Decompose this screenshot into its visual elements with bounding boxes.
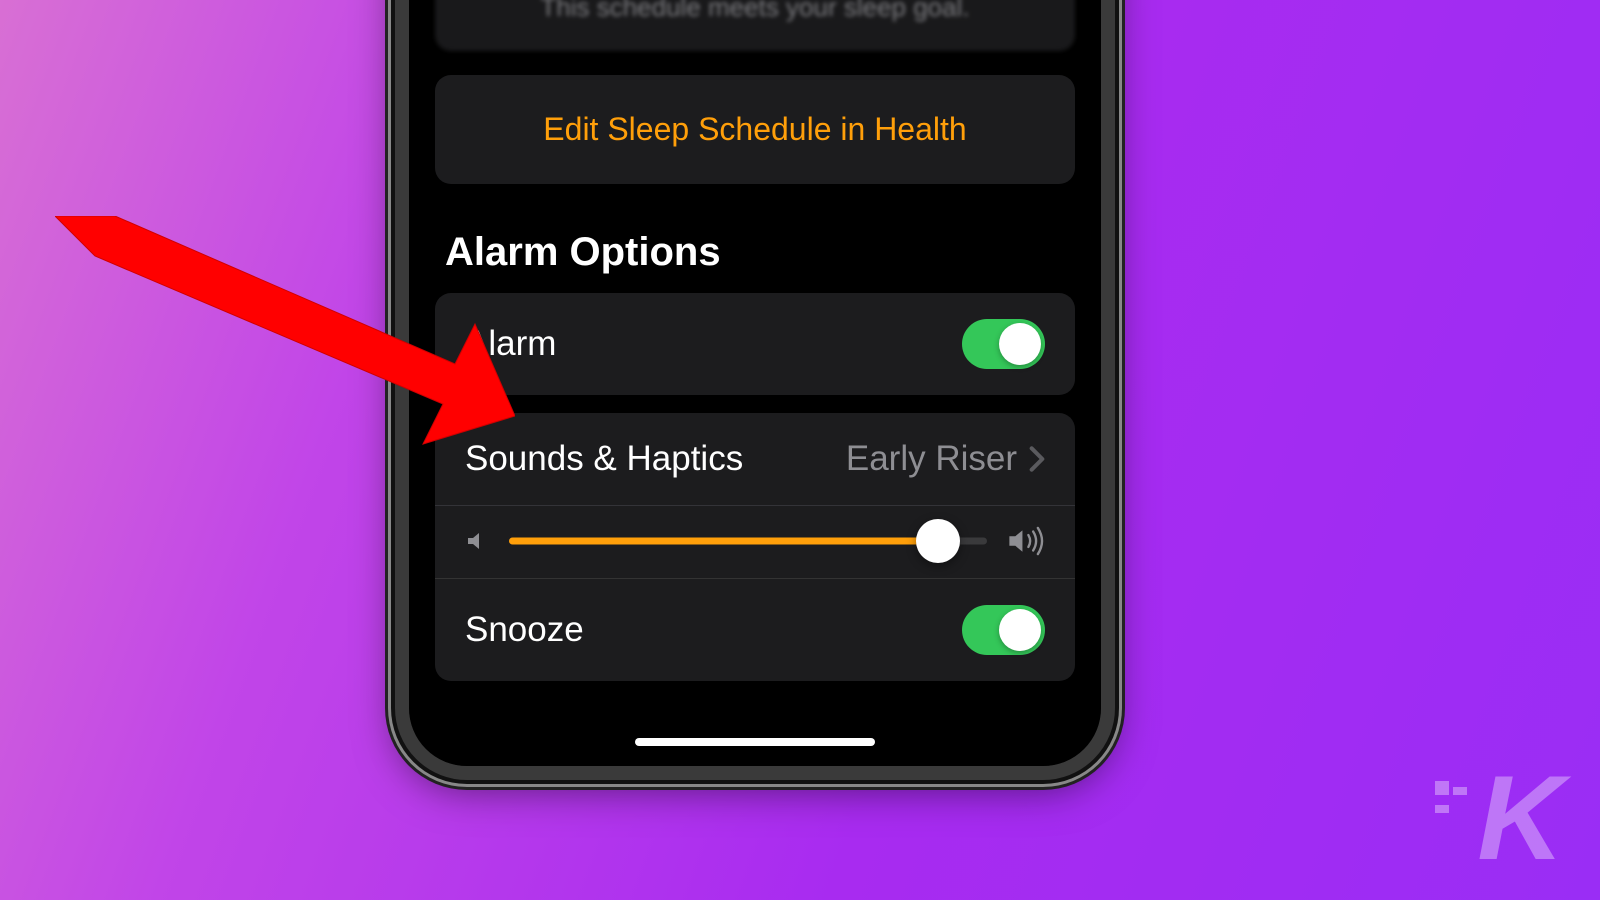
sounds-haptics-value: Early Riser (846, 439, 1017, 479)
sounds-haptics-row[interactable]: Sounds & Haptics Early Riser (435, 413, 1075, 505)
volume-high-icon (1007, 526, 1045, 556)
sounds-haptics-right: Early Riser (846, 439, 1045, 479)
section-title-alarm-options: Alarm Options (445, 230, 1075, 275)
watermark-letter: K (1477, 764, 1560, 872)
sounds-haptics-group: Sounds & Haptics Early Riser (435, 413, 1075, 681)
alarm-toggle[interactable] (962, 319, 1045, 369)
snooze-row: Snooze (435, 579, 1075, 681)
chevron-right-icon (1029, 445, 1045, 473)
edit-sleep-schedule-label: Edit Sleep Schedule in Health (543, 111, 966, 147)
sounds-haptics-label: Sounds & Haptics (465, 439, 743, 479)
snooze-toggle[interactable] (962, 605, 1045, 655)
phone-side-button (395, 424, 397, 464)
toggle-knob (999, 609, 1041, 651)
toggle-knob (999, 323, 1041, 365)
volume-slider-row (435, 505, 1075, 579)
watermark-logo: K (1435, 764, 1560, 872)
alarm-label: Alarm (465, 324, 556, 364)
alarm-toggle-group: Alarm (435, 293, 1075, 395)
alarm-row: Alarm (435, 293, 1075, 395)
screen: This schedule meets your sleep goal. Edi… (409, 0, 1101, 766)
phone-bottom-port (557, 776, 597, 780)
phone-frame: This schedule meets your sleep goal. Edi… (395, 0, 1115, 780)
slider-thumb[interactable] (916, 519, 960, 563)
schedule-goal-banner: This schedule meets your sleep goal. (435, 0, 1075, 51)
slider-fill (509, 538, 930, 545)
snooze-label: Snooze (465, 610, 584, 650)
edit-sleep-schedule-button[interactable]: Edit Sleep Schedule in Health (435, 75, 1075, 184)
volume-slider[interactable] (509, 537, 987, 545)
volume-low-icon (465, 527, 489, 555)
home-indicator[interactable] (635, 738, 875, 746)
banner-text: This schedule meets your sleep goal. (540, 0, 969, 22)
